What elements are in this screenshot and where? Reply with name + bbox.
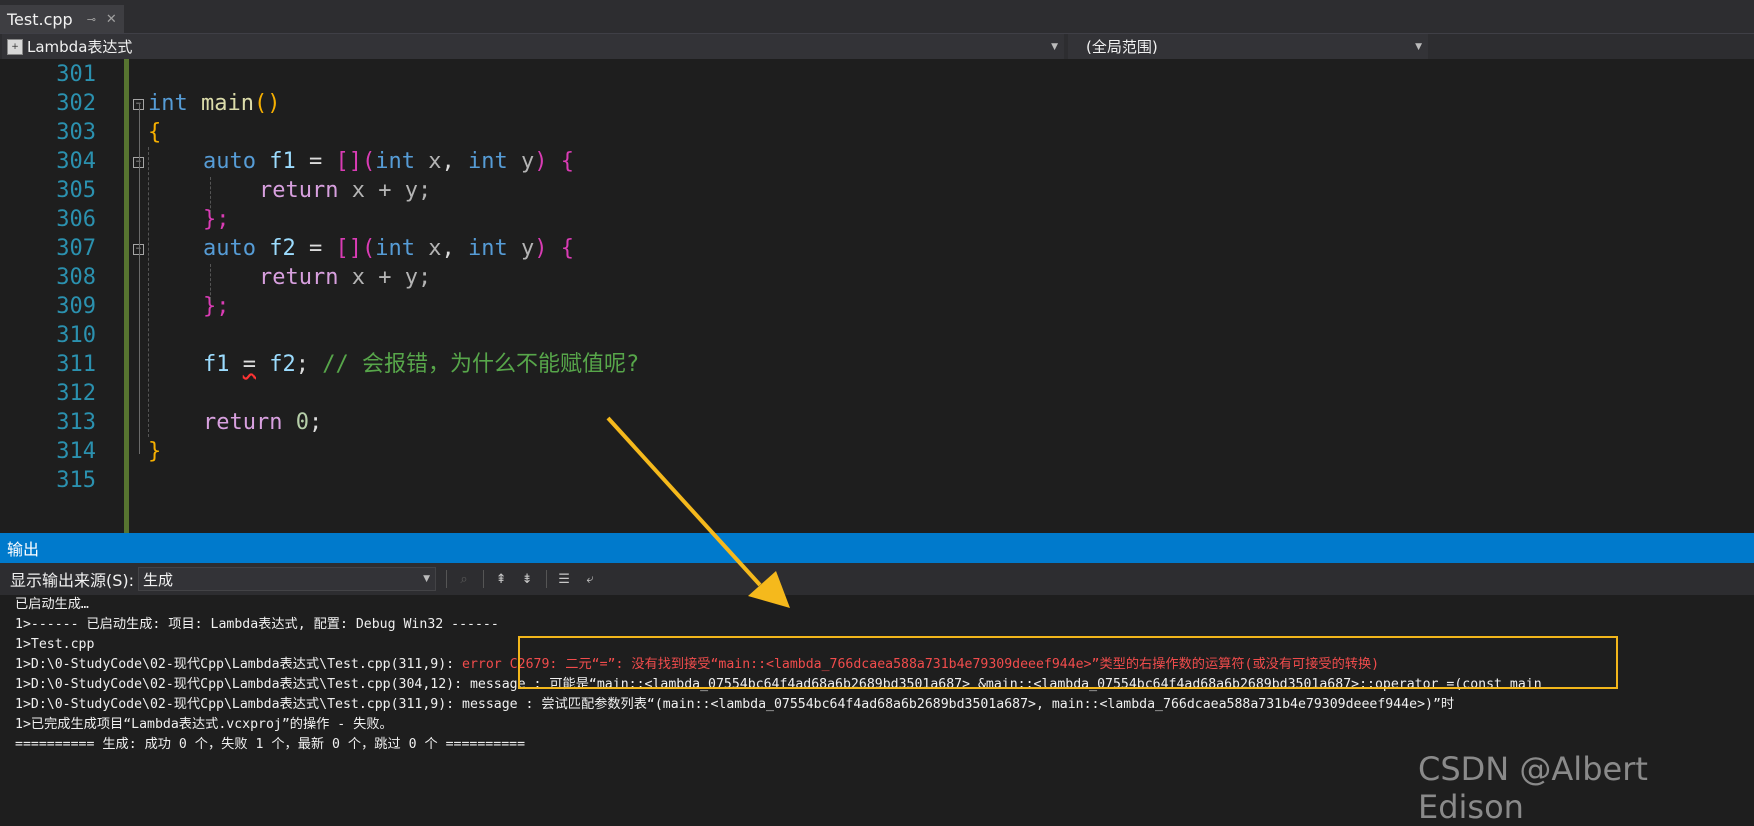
line-number: 304 <box>56 149 96 174</box>
scope-dropdown-label: (全局范围) <box>1086 38 1158 56</box>
project-dropdown-label: Lambda表达式 <box>27 38 133 56</box>
indent-guide <box>210 177 211 213</box>
line-number: 315 <box>56 468 96 493</box>
code-line: 312 <box>0 378 1754 410</box>
code-line: 305 return x + y; <box>0 175 1754 207</box>
scope-dropdown[interactable]: (全局范围) ▼ <box>1068 34 1428 59</box>
indent-guide <box>210 264 211 300</box>
fold-line <box>139 104 140 454</box>
output-line: 1>D:\0-StudyCode\02-现代Cpp\Lambda表达式\Test… <box>15 697 1455 712</box>
output-panel-title[interactable]: 输出 <box>0 533 1754 563</box>
output-line: 1>------ 已启动生成: 项目: Lambda表达式, 配置: Debug… <box>15 617 499 632</box>
line-number: 301 <box>56 62 96 87</box>
code-text: return 0; <box>203 410 323 435</box>
code-line: 311 f1 = f2; // 会报错，为什么不能赋值呢? <box>0 349 1754 381</box>
output-line: ========== 生成: 成功 0 个，失败 1 个，最新 0 个，跳过 0… <box>15 737 526 752</box>
code-text: auto f1 = [](int x, int y) { <box>203 149 574 174</box>
line-number: 312 <box>56 381 96 406</box>
toolbar-separator <box>546 570 548 588</box>
chevron-down-icon: ▼ <box>1051 41 1058 52</box>
line-number: 311 <box>56 352 96 377</box>
line-number: 307 <box>56 236 96 261</box>
code-text: return x + y; <box>259 178 432 203</box>
code-line: 310 <box>0 320 1754 352</box>
error-highlight-box <box>518 636 1618 689</box>
navigation-bar: + Lambda表达式 ▼ (全局范围) ▼ <box>0 33 1754 60</box>
tab-test-cpp[interactable]: Test.cpp ⊸ ✕ <box>0 5 124 33</box>
code-line: 306 }; <box>0 204 1754 236</box>
watermark: CSDN @Albert Edison <box>1418 750 1648 826</box>
indent-guide <box>148 147 149 437</box>
output-toolbar: 显示输出来源(S): 生成 ▼ ⌕ ⇞ ⇟ ☰ ⤶ <box>0 563 1754 595</box>
line-number: 302 <box>56 91 96 116</box>
document-tab-strip: Test.cpp ⊸ ✕ <box>0 0 1754 33</box>
toolbar-separator <box>446 570 448 588</box>
code-line: 309 }; <box>0 291 1754 323</box>
output-line: 已启动生成… <box>15 597 89 612</box>
member-dropdown[interactable] <box>1432 34 1754 59</box>
code-text: int main() <box>148 91 281 116</box>
project-dropdown[interactable]: + Lambda表达式 ▼ <box>2 34 1064 59</box>
toolbar-separator <box>483 570 485 588</box>
output-source-dropdown[interactable]: 生成 ▼ <box>138 567 437 591</box>
output-source-value: 生成 <box>143 570 174 589</box>
code-line: 302 − int main() <box>0 88 1754 120</box>
line-number: 308 <box>56 265 96 290</box>
pin-icon[interactable]: ⊸ <box>87 13 96 26</box>
line-number: 309 <box>56 294 96 319</box>
find-message-icon[interactable]: ⌕ <box>455 570 473 588</box>
code-line: 314 } <box>0 436 1754 468</box>
code-text: auto f2 = [](int x, int y) { <box>203 236 574 261</box>
code-line: 308 return x + y; <box>0 262 1754 294</box>
code-line: 303 { <box>0 117 1754 149</box>
line-number: 303 <box>56 120 96 145</box>
code-text: }; <box>203 294 230 319</box>
output-source-label: 显示输出来源(S): <box>10 571 135 590</box>
clear-all-icon[interactable]: ☰ <box>555 570 573 588</box>
code-line: 304 − auto f1 = [](int x, int y) { <box>0 146 1754 178</box>
code-editor[interactable]: 301 302 − int main() 303 { 304 − auto f1… <box>0 59 1754 533</box>
code-line: 301 <box>0 59 1754 91</box>
line-number: 310 <box>56 323 96 348</box>
line-number: 314 <box>56 439 96 464</box>
tab-title: Test.cpp <box>7 9 73 29</box>
close-icon[interactable]: ✕ <box>106 12 117 27</box>
previous-message-icon[interactable]: ⇞ <box>492 570 510 588</box>
next-message-icon[interactable]: ⇟ <box>518 570 536 588</box>
code-line: 307 − auto f2 = [](int x, int y) { <box>0 233 1754 265</box>
error-squiggle: = <box>242 352 256 377</box>
line-number: 313 <box>56 410 96 435</box>
chevron-down-icon: ▼ <box>1415 41 1422 52</box>
project-icon: + <box>7 38 23 55</box>
code-text: return x + y; <box>259 265 432 290</box>
line-number: 305 <box>56 178 96 203</box>
word-wrap-icon[interactable]: ⤶ <box>581 570 599 588</box>
code-line: 315 <box>0 465 1754 497</box>
output-line: 1>Test.cpp <box>15 637 95 652</box>
code-line: 313 return 0; <box>0 407 1754 439</box>
code-text: } <box>148 439 162 464</box>
code-text: f1 = f2; // 会报错，为什么不能赋值呢? <box>203 352 640 377</box>
code-text: { <box>148 120 162 145</box>
output-line: 1>已完成生成项目“Lambda表达式.vcxproj”的操作 - 失败。 <box>15 717 393 732</box>
line-number: 306 <box>56 207 96 232</box>
chevron-down-icon: ▼ <box>423 574 431 584</box>
code-text: }; <box>203 207 230 232</box>
